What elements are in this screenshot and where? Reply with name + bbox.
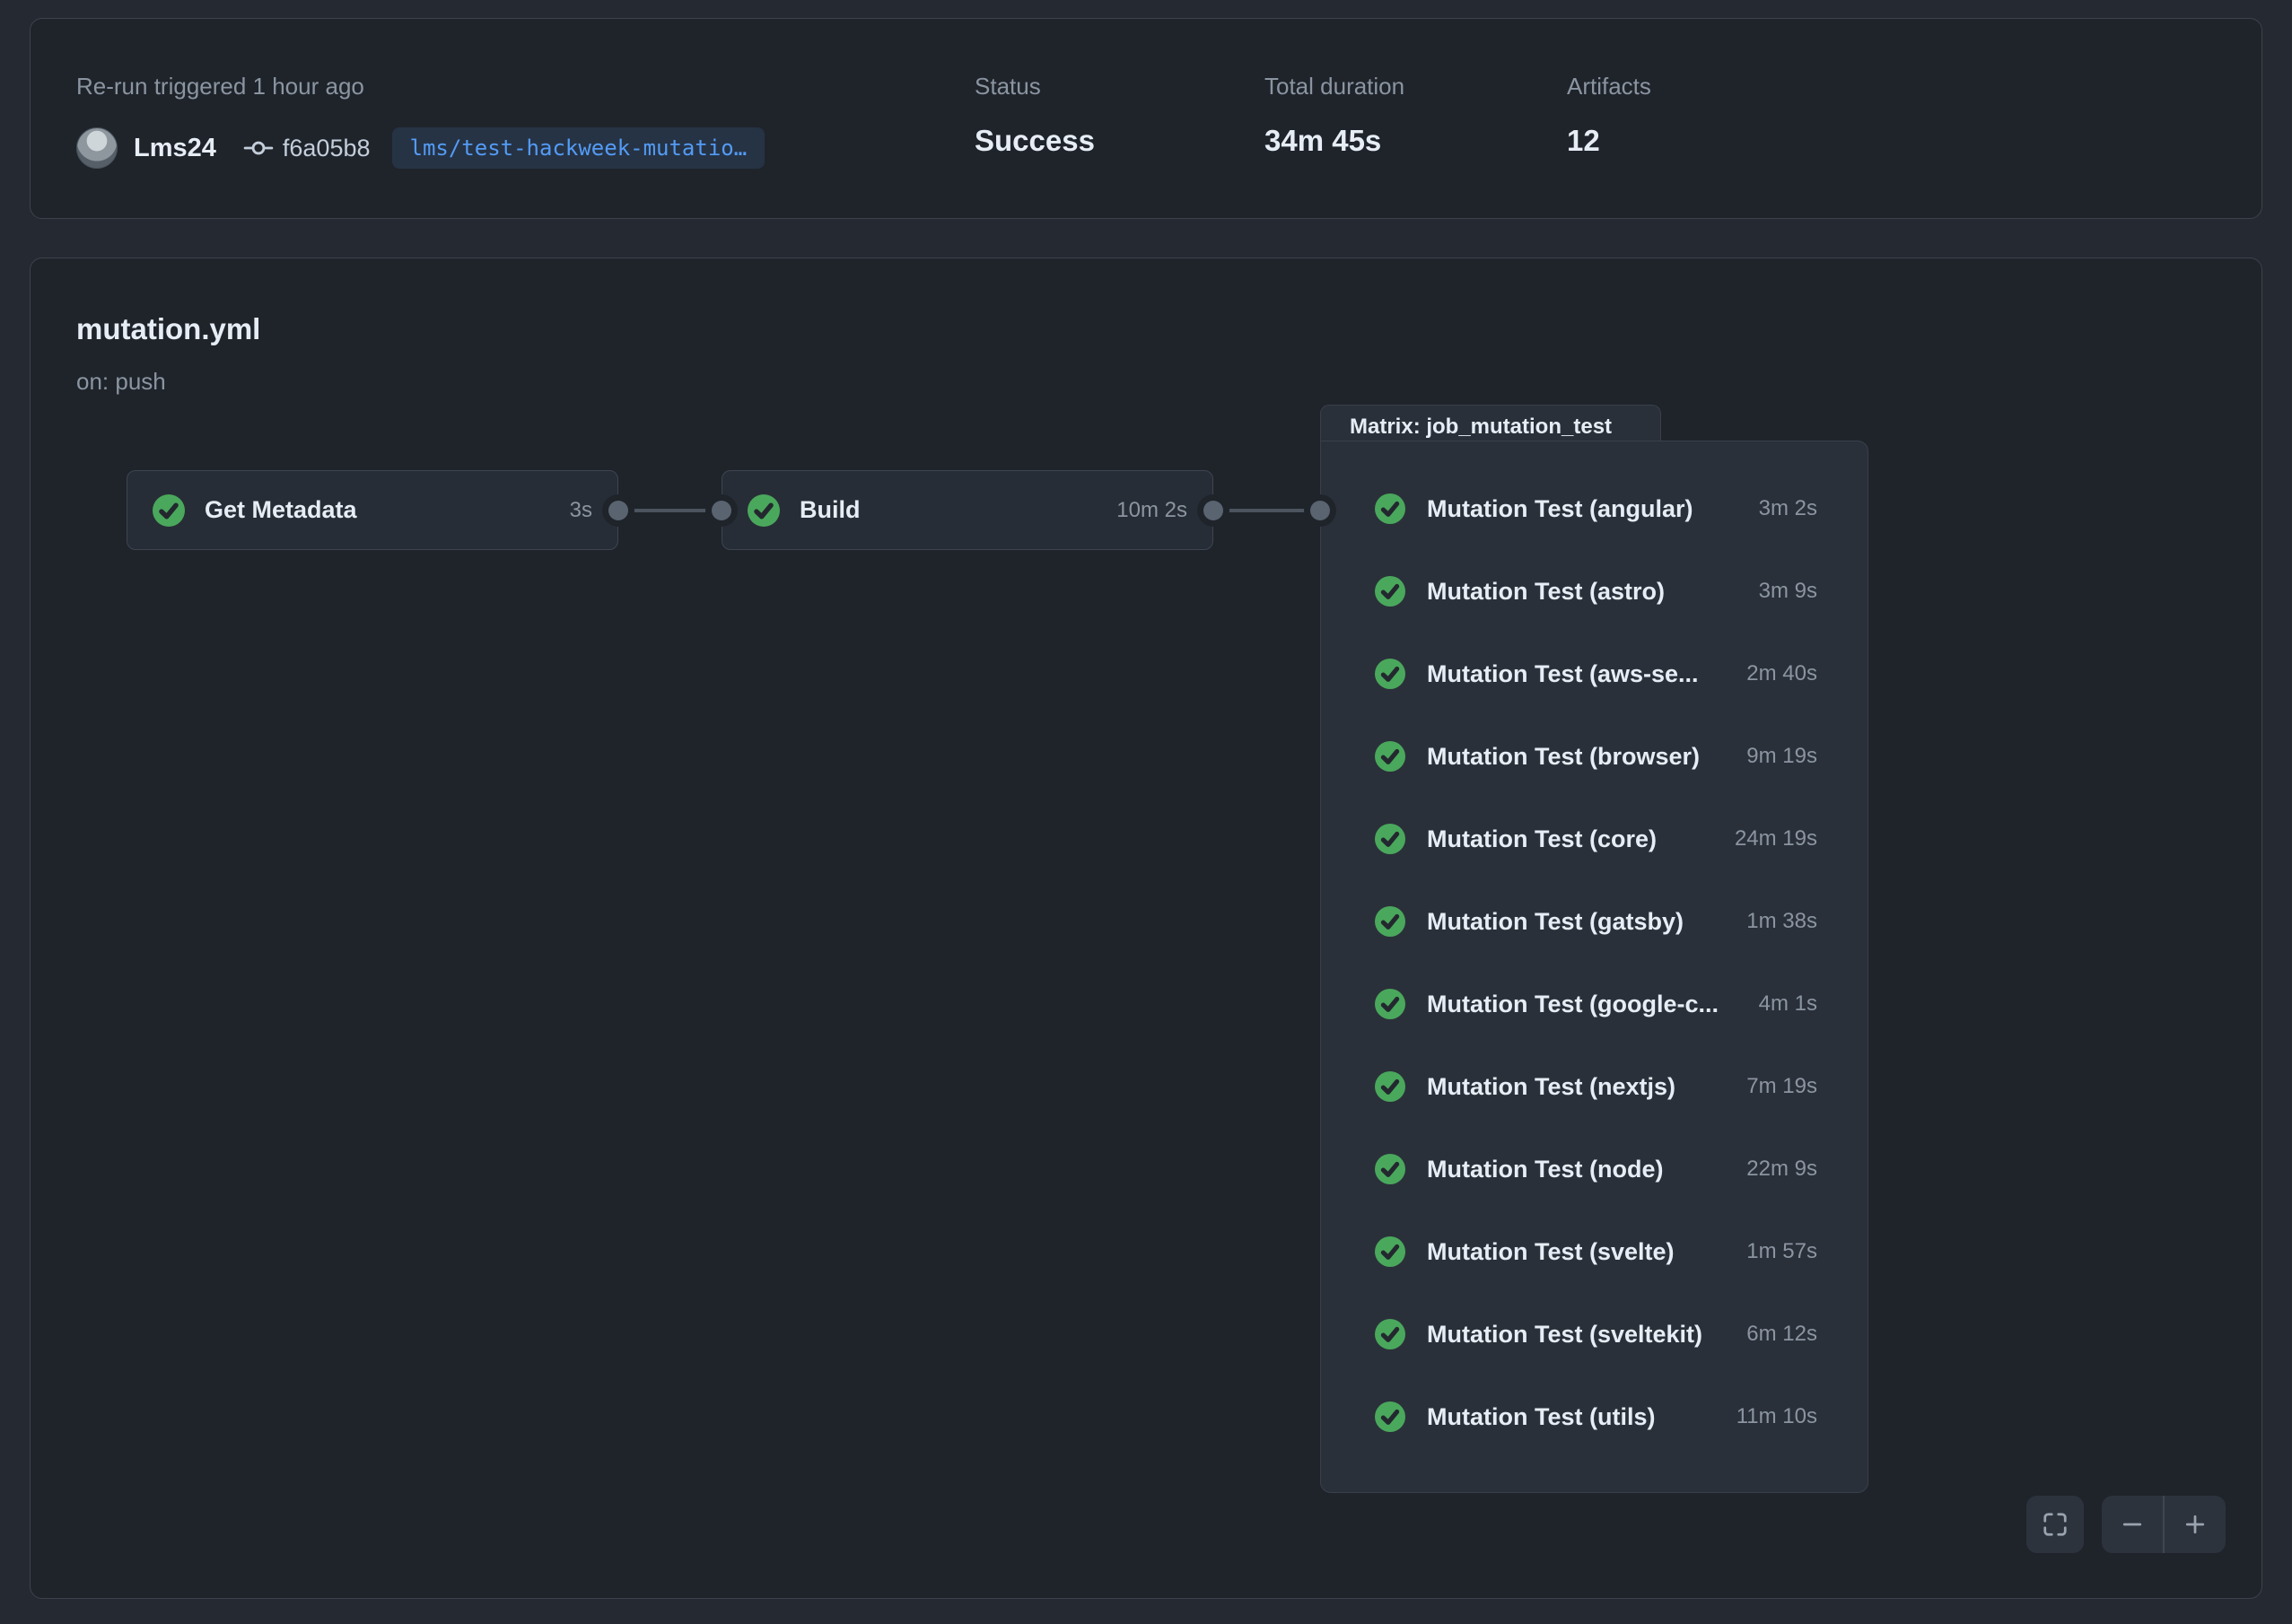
zoom-in-button[interactable] bbox=[2163, 1496, 2226, 1553]
check-circle-icon bbox=[153, 494, 185, 527]
matrix-job-row[interactable]: Mutation Test (gatsby) 1m 38s bbox=[1375, 880, 1817, 963]
matrix-job-duration: 22m 9s bbox=[1730, 1157, 1817, 1182]
matrix-job-row[interactable]: Mutation Test (aws-se... 2m 40s bbox=[1375, 633, 1817, 715]
matrix-job-row[interactable]: Mutation Test (svelte) 1m 57s bbox=[1375, 1210, 1817, 1293]
matrix-job-row[interactable]: Mutation Test (nextjs) 7m 19s bbox=[1375, 1045, 1817, 1128]
job-node-get-metadata[interactable]: Get Metadata 3s bbox=[127, 470, 618, 550]
total-duration-value: 34m 45s bbox=[1264, 124, 1404, 158]
check-circle-icon bbox=[1375, 906, 1405, 937]
matrix-job-label: Mutation Test (node) bbox=[1427, 1156, 1663, 1183]
matrix-job-duration: 6m 12s bbox=[1730, 1322, 1817, 1347]
status-value: Success bbox=[975, 124, 1095, 158]
job-duration: 10m 2s bbox=[1116, 498, 1187, 523]
matrix-job-label: Mutation Test (google-c... bbox=[1427, 991, 1719, 1018]
matrix-job-duration: 11m 10s bbox=[1720, 1404, 1817, 1429]
branch-link[interactable]: lms/test-hackweek-mutatio… bbox=[392, 127, 765, 169]
fullscreen-icon bbox=[2042, 1511, 2069, 1538]
matrix-group-body: Mutation Test (angular) 3m 2s Mutation T… bbox=[1320, 441, 1868, 1493]
edge-connector-dot bbox=[712, 501, 731, 520]
matrix-job-duration: 1m 57s bbox=[1730, 1239, 1817, 1264]
avatar[interactable] bbox=[76, 127, 118, 169]
stat-label: Total duration bbox=[1264, 73, 1404, 100]
matrix-job-label: Mutation Test (sveltekit) bbox=[1427, 1321, 1702, 1349]
user-name-link[interactable]: Lms24 bbox=[134, 134, 216, 163]
matrix-job-label: Mutation Test (utils) bbox=[1427, 1403, 1655, 1431]
commit-sha-link[interactable]: f6a05b8 bbox=[283, 135, 371, 162]
zoom-control bbox=[2102, 1496, 2226, 1553]
matrix-job-label: Mutation Test (nextjs) bbox=[1427, 1073, 1675, 1101]
graph-edge bbox=[1213, 509, 1320, 512]
matrix-job-duration: 1m 38s bbox=[1730, 909, 1817, 934]
minus-icon bbox=[2119, 1511, 2146, 1538]
workflow-file-title: mutation.yml bbox=[76, 312, 260, 346]
git-commit-icon bbox=[243, 133, 274, 163]
check-circle-icon bbox=[1375, 659, 1405, 689]
matrix-job-row[interactable]: Mutation Test (sveltekit) 6m 12s bbox=[1375, 1293, 1817, 1375]
fullscreen-button[interactable] bbox=[2026, 1496, 2084, 1553]
matrix-job-row[interactable]: Mutation Test (browser) 9m 19s bbox=[1375, 715, 1817, 798]
stat-label: Status bbox=[975, 73, 1095, 100]
check-circle-icon bbox=[1375, 1071, 1405, 1102]
check-circle-icon bbox=[1375, 824, 1405, 854]
zoom-out-button[interactable] bbox=[2102, 1496, 2163, 1553]
matrix-job-duration: 3m 9s bbox=[1743, 579, 1817, 604]
matrix-job-label: Mutation Test (core) bbox=[1427, 825, 1657, 853]
check-circle-icon bbox=[1375, 1154, 1405, 1184]
matrix-job-row[interactable]: Mutation Test (astro) 3m 9s bbox=[1375, 550, 1817, 633]
matrix-job-row[interactable]: Mutation Test (utils) 11m 10s bbox=[1375, 1375, 1817, 1458]
matrix-job-duration: 4m 1s bbox=[1743, 991, 1817, 1017]
workflow-trigger-event: on: push bbox=[76, 368, 166, 396]
matrix-job-label: Mutation Test (angular) bbox=[1427, 495, 1693, 523]
check-circle-icon bbox=[1375, 989, 1405, 1019]
matrix-job-row[interactable]: Mutation Test (node) 22m 9s bbox=[1375, 1128, 1817, 1210]
job-label: Get Metadata bbox=[205, 496, 357, 524]
matrix-job-duration: 2m 40s bbox=[1730, 661, 1817, 686]
workflow-run-page: { "colors": { "page-bg": "#252931", "car… bbox=[0, 0, 2292, 1624]
job-duration: 3s bbox=[570, 498, 592, 523]
matrix-job-duration: 3m 2s bbox=[1743, 496, 1817, 521]
job-node-build[interactable]: Build 10m 2s bbox=[722, 470, 1213, 550]
matrix-job-row[interactable]: Mutation Test (google-c... 4m 1s bbox=[1375, 963, 1817, 1045]
edge-connector-dot bbox=[1203, 501, 1223, 520]
matrix-job-row[interactable]: Mutation Test (angular) 3m 2s bbox=[1375, 467, 1817, 550]
matrix-job-label: Mutation Test (gatsby) bbox=[1427, 908, 1684, 936]
check-circle-icon bbox=[1375, 576, 1405, 607]
check-circle-icon bbox=[748, 494, 780, 527]
job-label: Build bbox=[800, 496, 861, 524]
matrix-job-label: Mutation Test (astro) bbox=[1427, 578, 1665, 606]
check-circle-icon bbox=[1375, 493, 1405, 524]
check-circle-icon bbox=[1375, 741, 1405, 772]
matrix-group-tab: Matrix: job_mutation_test bbox=[1320, 405, 1661, 444]
workflow-graph-card: mutation.yml on: push Get Metadata 3s Bu… bbox=[30, 258, 2262, 1599]
edge-connector-dot bbox=[608, 501, 628, 520]
matrix-job-label: Mutation Test (browser) bbox=[1427, 743, 1700, 771]
stat-label: Artifacts bbox=[1567, 73, 1651, 100]
matrix-job-row[interactable]: Mutation Test (core) 24m 19s bbox=[1375, 798, 1817, 880]
check-circle-icon bbox=[1375, 1319, 1405, 1349]
plus-icon bbox=[2182, 1511, 2209, 1538]
check-circle-icon bbox=[1375, 1401, 1405, 1432]
check-circle-icon bbox=[1375, 1236, 1405, 1267]
matrix-job-duration: 9m 19s bbox=[1730, 744, 1817, 769]
edge-connector-dot bbox=[1310, 501, 1330, 520]
run-summary-card: Re-run triggered 1 hour ago Lms24 f6a05b… bbox=[30, 18, 2262, 219]
matrix-job-label: Mutation Test (svelte) bbox=[1427, 1238, 1675, 1266]
stat-status: Status Success bbox=[975, 73, 1095, 158]
matrix-job-duration: 7m 19s bbox=[1730, 1074, 1817, 1099]
matrix-job-duration: 24m 19s bbox=[1719, 826, 1817, 851]
commit-identity-row: Lms24 f6a05b8 lms/test-hackweek-mutatio… bbox=[76, 123, 765, 173]
matrix-job-label: Mutation Test (aws-se... bbox=[1427, 660, 1699, 688]
graph-edge bbox=[618, 509, 722, 512]
stat-artifacts: Artifacts 12 bbox=[1567, 73, 1651, 158]
stat-total-duration: Total duration 34m 45s bbox=[1264, 73, 1404, 158]
run-trigger-text: Re-run triggered 1 hour ago bbox=[76, 73, 364, 100]
artifacts-count-value: 12 bbox=[1567, 124, 1651, 158]
